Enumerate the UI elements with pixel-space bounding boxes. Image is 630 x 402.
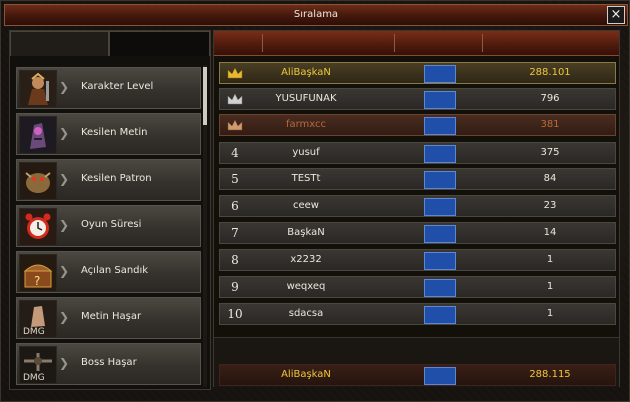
empire-flag-icon xyxy=(424,91,456,109)
chevron-right-icon: ❯ xyxy=(59,126,70,140)
header-divider xyxy=(482,34,483,52)
boss-monster-icon xyxy=(19,162,57,200)
rank-value: 796 xyxy=(540,93,560,104)
category-panel: ❯ Karakter Level ❯ Kesilen Metin ❯ Kesil… xyxy=(9,30,211,390)
category-item-metin-hasar[interactable]: DMG ❯ Metin Haşar xyxy=(16,297,201,339)
category-label: Boss Haşar xyxy=(81,357,137,368)
ranking-row[interactable]: 6 ceew 23 xyxy=(219,195,616,217)
metin-damage-icon: DMG xyxy=(19,300,57,338)
empire-flag-icon xyxy=(424,225,456,243)
ranking-window: Sıralama × ❯ Karakter Level ❯ Kesilen Me… xyxy=(0,0,630,402)
window-title: Sıralama xyxy=(293,9,339,20)
chevron-right-icon: ❯ xyxy=(59,172,70,186)
category-label: Kesilen Patron xyxy=(81,173,152,184)
scrollbar-thumb[interactable] xyxy=(203,67,207,125)
category-label: Açılan Sandık xyxy=(81,265,149,276)
header-divider xyxy=(262,34,263,52)
category-tab-2[interactable] xyxy=(109,31,210,56)
ranking-row[interactable]: 10 sdacsa 1 xyxy=(219,303,616,325)
player-name: sdacsa xyxy=(288,308,324,319)
chevron-right-icon: ❯ xyxy=(59,264,70,278)
ranking-row[interactable]: 5 TESTt 84 xyxy=(219,168,616,190)
player-name: BaşkaN xyxy=(287,227,325,238)
ranking-panel: AliBaşkaN 288.101 YUSUFUNAK 796 farmxcc … xyxy=(213,30,620,387)
category-label: Kesilen Metin xyxy=(81,127,148,138)
category-item-kesilen-metin[interactable]: ❯ Kesilen Metin xyxy=(16,113,201,155)
player-name: AliBaşkaN xyxy=(281,67,331,78)
category-label: Karakter Level xyxy=(81,81,154,92)
category-item-karakter-level[interactable]: ❯ Karakter Level xyxy=(16,67,201,109)
treasure-chest-icon: ? xyxy=(19,254,57,292)
close-button[interactable]: × xyxy=(607,6,625,24)
own-rank-section: AliBaşkaN 288.115 xyxy=(214,337,619,387)
own-rank-value: 288.115 xyxy=(529,369,571,380)
empire-flag-icon xyxy=(424,367,456,385)
player-name: TESTt xyxy=(291,173,321,184)
player-name: YUSUFUNAK xyxy=(275,93,337,104)
player-name: x2232 xyxy=(290,254,322,265)
rank-value: 23 xyxy=(543,200,557,211)
category-item-boss-hasar[interactable]: DMG ❯ Boss Haşar xyxy=(16,343,201,385)
rank-value: 1 xyxy=(546,254,554,265)
category-label: Metin Haşar xyxy=(81,311,142,322)
ranking-row[interactable]: YUSUFUNAK 796 xyxy=(219,88,616,110)
player-name: farmxcc xyxy=(285,119,327,130)
category-tab-1[interactable] xyxy=(10,31,109,56)
ranking-row[interactable]: 4 yusuf 375 xyxy=(219,142,616,164)
svg-text:DMG: DMG xyxy=(23,327,45,337)
chevron-right-icon: ❯ xyxy=(59,356,70,370)
rank-value: 84 xyxy=(543,173,557,184)
empire-flag-icon xyxy=(424,117,456,135)
ranking-header xyxy=(214,31,619,56)
empire-flag-icon xyxy=(424,65,456,83)
ranking-row[interactable]: 8 x2232 1 xyxy=(219,249,616,271)
category-item-kesilen-patron[interactable]: ❯ Kesilen Patron xyxy=(16,159,201,201)
svg-text:DMG: DMG xyxy=(23,373,45,383)
rank-value: 14 xyxy=(543,227,557,238)
empire-flag-icon xyxy=(424,306,456,324)
boss-damage-icon: DMG xyxy=(19,346,57,384)
empire-flag-icon xyxy=(424,252,456,270)
metin-stone-icon xyxy=(19,116,57,154)
ranking-row[interactable]: farmxcc 381 xyxy=(219,114,616,136)
own-rank-row: AliBaşkaN 288.115 xyxy=(219,364,616,386)
chevron-right-icon: ❯ xyxy=(59,310,70,324)
rank-value: 1 xyxy=(546,281,554,292)
warrior-portrait-icon xyxy=(19,70,57,108)
ranking-row[interactable]: 7 BaşkaN 14 xyxy=(219,222,616,244)
header-divider xyxy=(394,34,395,52)
empire-flag-icon xyxy=(424,198,456,216)
category-item-acilan-sandik[interactable]: ? ❯ Açılan Sandık xyxy=(16,251,201,293)
player-name: yusuf xyxy=(292,147,320,158)
chevron-right-icon: ❯ xyxy=(59,80,70,94)
alarm-clock-icon xyxy=(19,208,57,246)
category-scrollbar[interactable] xyxy=(203,65,207,387)
category-item-oyun-suresi[interactable]: ❯ Oyun Süresi xyxy=(16,205,201,247)
rank-value: 375 xyxy=(540,147,560,158)
empire-flag-icon xyxy=(424,145,456,163)
svg-text:?: ? xyxy=(34,274,40,288)
ranking-row[interactable]: AliBaşkaN 288.101 xyxy=(219,62,616,84)
player-name: weqxeq xyxy=(286,281,326,292)
empire-flag-icon xyxy=(424,279,456,297)
chevron-right-icon: ❯ xyxy=(59,218,70,232)
category-label: Oyun Süresi xyxy=(81,219,142,230)
player-name: ceew xyxy=(293,200,319,211)
rank-value: 1 xyxy=(546,308,554,319)
rank-value: 288.101 xyxy=(529,67,571,78)
title-bar[interactable]: Sıralama × xyxy=(4,4,628,26)
ranking-row[interactable]: 9 weqxeq 1 xyxy=(219,276,616,298)
own-player-name: AliBaşkaN xyxy=(281,369,331,380)
empire-flag-icon xyxy=(424,171,456,189)
rank-value: 381 xyxy=(540,119,560,130)
